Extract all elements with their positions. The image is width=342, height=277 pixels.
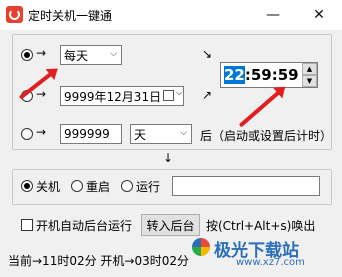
time-rest: :59:59 [244,66,299,84]
mode-daily-arrow: → [36,46,47,60]
chevron-down-icon: ⌵ [176,88,183,97]
watermark-url: www.xz7.com [236,257,305,268]
time-up-button[interactable]: ▲ [302,63,317,75]
countdown-value: 999999 [64,127,110,141]
time-down-button[interactable]: ▼ [302,75,317,87]
countdown-suffix: 后（启动或设置后计时） [200,129,333,143]
mode-countdown-radio[interactable] [21,128,33,140]
watermark-logo-icon [192,238,210,256]
minimize-button[interactable]: — [250,0,296,30]
countdown-unit-value: 天 [134,127,147,142]
to-background-button[interactable]: 转入后台 [141,214,200,236]
run-radio[interactable] [121,180,133,192]
mode-countdown-arrow: → [36,125,47,139]
repeat-unit-select[interactable]: 每天 ⌵ [60,45,122,65]
diag-arrow-icon: ↗ [202,88,213,102]
restart-label: 重启 [86,180,111,194]
restart-radio[interactable] [71,180,83,192]
time-hour: 22 [224,66,245,84]
shutdown-radio[interactable] [21,180,33,192]
close-button[interactable]: ✕ [296,0,342,30]
run-label: 运行 [136,180,161,194]
repeat-unit-value: 每天 [64,48,89,63]
chevron-down-icon: ⌵ [110,49,117,59]
autostart-label: 开机自动后台运行 [36,219,133,233]
countdown-input[interactable]: 999999 [60,124,122,144]
chevron-down-icon: ⌵ [180,128,187,138]
autostart-checkbox[interactable] [21,219,33,231]
mode-daily-radio[interactable] [21,49,33,61]
hotkey-hint: 按(Ctrl+Alt+s)唤出 [206,219,316,233]
diag-arrow-icon: ↘ [202,47,213,61]
down-arrow-icon: ↓ [163,151,174,165]
mode-date-arrow: → [36,87,47,101]
date-value: 9999年12月31日 [64,89,162,104]
shutdown-label: 关机 [36,180,61,194]
calendar-icon[interactable] [163,90,174,101]
power-icon [6,6,23,23]
run-command-input[interactable] [172,176,320,196]
status-text: 当前→11时02分 开机→03时02分 [8,254,190,268]
countdown-unit-select[interactable]: 天 ⌵ [130,124,192,144]
window-title: 定时关机一键通 [28,9,113,23]
